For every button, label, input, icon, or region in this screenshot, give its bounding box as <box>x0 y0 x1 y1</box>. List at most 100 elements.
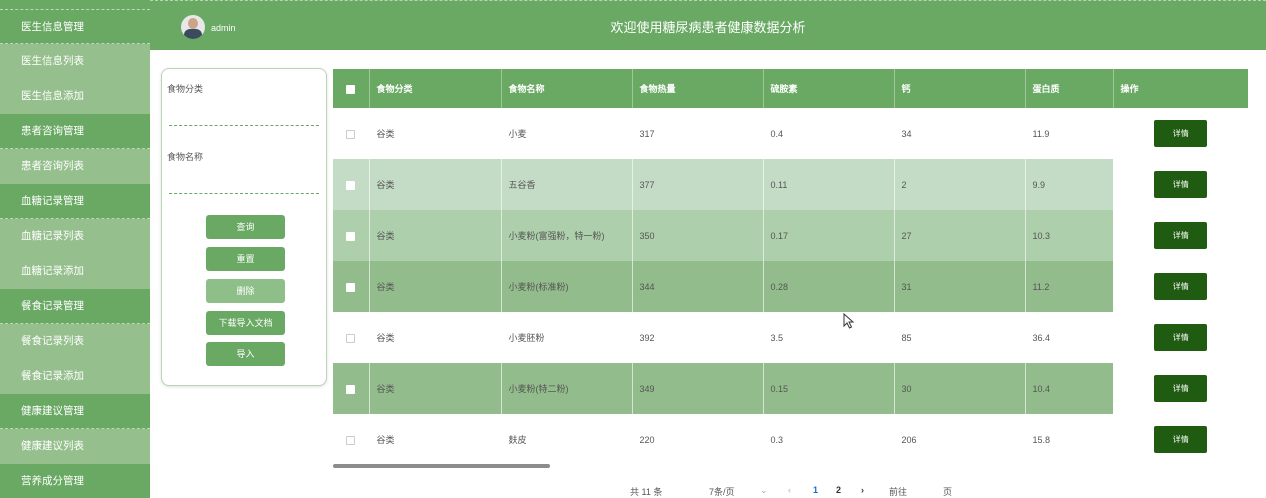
cell-actions: 详情 <box>1113 312 1248 363</box>
prev-page-button[interactable]: ‹ <box>788 485 791 495</box>
cell-thiamine: 0.11 <box>763 159 895 210</box>
cell-protein: 36.4 <box>1025 312 1114 363</box>
detail-button[interactable]: 详情 <box>1154 273 1208 300</box>
cell-protein: 9.9 <box>1025 159 1114 210</box>
cell-actions: 详情 <box>1113 108 1248 159</box>
sidebar-item[interactable]: 餐食记录管理 <box>0 289 150 324</box>
goto-label: 前往 <box>889 487 908 497</box>
page-number[interactable]: 1 <box>813 485 818 495</box>
cell-category: 谷类 <box>369 312 502 363</box>
cell-calories: 220 <box>632 414 764 465</box>
sidebar-item[interactable]: 餐食记录列表 <box>0 324 150 359</box>
sidebar-item[interactable]: 患者咨询列表 <box>0 149 150 184</box>
delete-button[interactable]: 删除 <box>206 279 285 303</box>
page-unit-label: 页 <box>943 487 953 497</box>
cell-actions: 详情 <box>1113 159 1248 210</box>
cell-protein: 11.2 <box>1025 261 1114 312</box>
sidebar: 医生信息管理 医生信息列表 医生信息添加 患者咨询管理 患者咨询列表 血糖记录管理 血糖记录… <box>0 0 150 498</box>
table-row[interactable]: 谷类 小麦粉(富强粉，特一粉) 350 0.17 27 10.3 详情 <box>333 210 1248 261</box>
query-button[interactable]: 查询 <box>206 215 285 239</box>
table-row[interactable]: 谷类 小麦胚粉 392 3.5 85 36.4 详情 <box>333 312 1248 363</box>
sidebar-item[interactable]: 血糖记录管理 <box>0 184 150 219</box>
sidebar-item[interactable]: 健康建议列表 <box>0 429 150 464</box>
select-all-checkbox[interactable] <box>346 84 356 94</box>
page-size-select[interactable]: 7条/页 <box>709 485 735 498</box>
next-page-button[interactable]: › <box>861 485 864 495</box>
detail-button[interactable]: 详情 <box>1154 324 1208 351</box>
pagination-total: 共 11 条 <box>630 487 663 497</box>
horizontal-scrollbar[interactable] <box>333 464 550 468</box>
cell-calcium: 27 <box>894 210 1026 261</box>
table-header-row: 食物分类 食物名称 食物热量 硫胺素 钙 蛋白质 操作 <box>333 69 1248 108</box>
table-row[interactable]: 谷类 麸皮 220 0.3 206 15.8 详情 <box>333 414 1248 465</box>
table-row[interactable]: 谷类 小麦粉(标准粉) 344 0.28 31 11.2 详情 <box>333 261 1248 312</box>
cell-calcium: 2 <box>894 159 1026 210</box>
cell-protein: 10.3 <box>1025 210 1114 261</box>
row-checkbox[interactable] <box>346 435 356 445</box>
row-select-cell <box>333 414 370 465</box>
sidebar-item[interactable]: 餐食记录添加 <box>0 359 150 394</box>
row-select-cell <box>333 108 370 159</box>
cell-name: 小麦粉(特二粉) <box>501 363 633 414</box>
table-row[interactable]: 谷类 小麦粉(特二粉) 349 0.15 30 10.4 详情 <box>333 363 1248 414</box>
detail-button[interactable]: 详情 <box>1154 375 1208 402</box>
cell-actions: 详情 <box>1113 261 1248 312</box>
reset-button[interactable]: 重置 <box>206 247 285 271</box>
row-checkbox[interactable] <box>346 129 356 139</box>
name-input[interactable] <box>169 180 319 194</box>
page-title: 欢迎使用糖尿病患者健康数据分析 <box>610 20 806 35</box>
sidebar-item[interactable]: 营养成分管理 <box>0 464 150 498</box>
cell-calcium: 206 <box>894 414 1026 465</box>
column-header: 钙 <box>894 69 1026 108</box>
row-select-cell <box>333 261 370 312</box>
search-panel: 食物分类 食物名称 查询 重置 删除 下载导入文档 导入 <box>161 68 327 386</box>
table-row[interactable]: 谷类 小麦 317 0.4 34 11.9 详情 <box>333 108 1248 159</box>
detail-button[interactable]: 详情 <box>1154 222 1208 249</box>
sidebar-item[interactable]: 血糖记录添加 <box>0 254 150 289</box>
detail-button[interactable]: 详情 <box>1154 120 1208 147</box>
row-checkbox[interactable] <box>346 384 356 394</box>
cell-thiamine: 3.5 <box>763 312 895 363</box>
cell-name: 小麦粉(标准粉) <box>501 261 633 312</box>
cell-calories: 349 <box>632 363 764 414</box>
column-header: 食物名称 <box>501 69 633 108</box>
cell-protein: 11.9 <box>1025 108 1114 159</box>
food-table-container: 食物分类 食物名称 食物热量 硫胺素 钙 蛋白质 操作 谷类 小麦 317 0.4 34… <box>333 69 1248 467</box>
cell-actions: 详情 <box>1113 210 1248 261</box>
table-row[interactable]: 谷类 五谷香 377 0.11 2 9.9 详情 <box>333 159 1248 210</box>
page-number[interactable]: 2 <box>836 485 841 495</box>
row-checkbox[interactable] <box>346 282 356 292</box>
row-checkbox[interactable] <box>346 180 356 190</box>
sidebar-item[interactable]: 医生信息列表 <box>0 44 150 79</box>
cell-category: 谷类 <box>369 414 502 465</box>
cell-category: 谷类 <box>369 363 502 414</box>
cell-actions: 详情 <box>1113 414 1248 465</box>
cell-name: 小麦胚粉 <box>501 312 633 363</box>
detail-button[interactable]: 详情 <box>1154 426 1208 453</box>
cell-calories: 344 <box>632 261 764 312</box>
food-table: 食物分类 食物名称 食物热量 硫胺素 钙 蛋白质 操作 谷类 小麦 317 0.4 34… <box>333 69 1248 465</box>
sidebar-item[interactable]: 血糖记录列表 <box>0 219 150 254</box>
cell-thiamine: 0.17 <box>763 210 895 261</box>
cell-category: 谷类 <box>369 108 502 159</box>
cell-calcium: 30 <box>894 363 1026 414</box>
sidebar-item[interactable]: 患者咨询管理 <box>0 114 150 149</box>
import-button[interactable]: 导入 <box>206 342 285 366</box>
chevron-down-icon[interactable]: ⌄ <box>760 485 768 496</box>
sidebar-item[interactable]: 健康建议管理 <box>0 394 150 429</box>
cell-category: 谷类 <box>369 261 502 312</box>
category-input[interactable] <box>169 112 319 126</box>
cell-protein: 15.8 <box>1025 414 1114 465</box>
sidebar-item[interactable]: 医生信息管理 <box>0 9 150 44</box>
row-checkbox[interactable] <box>346 231 356 241</box>
sidebar-item[interactable]: 医生信息添加 <box>0 79 150 114</box>
cell-calcium: 34 <box>894 108 1026 159</box>
column-header: 硫胺素 <box>763 69 895 108</box>
cell-actions: 详情 <box>1113 363 1248 414</box>
column-header: 操作 <box>1113 69 1248 108</box>
cell-calcium: 31 <box>894 261 1026 312</box>
detail-button[interactable]: 详情 <box>1154 171 1208 198</box>
cell-thiamine: 0.15 <box>763 363 895 414</box>
row-checkbox[interactable] <box>346 333 356 343</box>
download-template-button[interactable]: 下载导入文档 <box>206 311 285 335</box>
